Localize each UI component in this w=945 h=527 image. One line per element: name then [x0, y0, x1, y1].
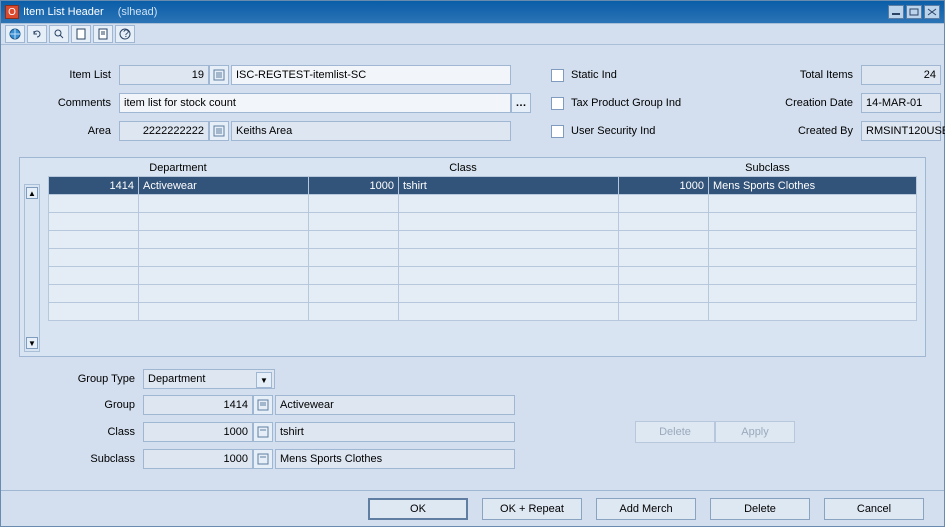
created-by-field: RMSINT120USER: [861, 121, 941, 141]
find-icon[interactable]: [49, 25, 69, 43]
user-security-checkbox[interactable]: [551, 125, 571, 138]
table-scrollbar[interactable]: ▲ ▼: [24, 184, 40, 352]
cancel-button[interactable]: Cancel: [824, 498, 924, 520]
title-bar: O Item List Header (slhead): [1, 1, 944, 23]
group-id-field: 1414: [143, 395, 253, 415]
total-items-field: 24: [861, 65, 941, 85]
ok-repeat-button[interactable]: OK + Repeat: [482, 498, 582, 520]
subclass-name-field: Mens Sports Clothes: [275, 449, 515, 469]
scroll-up-icon[interactable]: ▲: [26, 187, 38, 199]
item-list-lov-button[interactable]: [209, 65, 229, 85]
window-subtitle: (slhead): [118, 6, 158, 18]
area-name-field: Keiths Area: [231, 121, 511, 141]
table-row[interactable]: [49, 285, 917, 303]
merch-table[interactable]: 1414 Activewear 1000 tshirt 1000 Mens Sp…: [48, 176, 917, 321]
detail-delete-button[interactable]: Delete: [635, 421, 715, 443]
total-items-label: Total Items: [771, 69, 861, 81]
refresh-icon[interactable]: [27, 25, 47, 43]
area-label: Area: [19, 125, 119, 137]
document-icon[interactable]: [71, 25, 91, 43]
window-title: Item List Header: [23, 6, 104, 18]
help-icon[interactable]: ?: [115, 25, 135, 43]
table-row[interactable]: [49, 195, 917, 213]
static-ind-checkbox[interactable]: [551, 69, 571, 82]
detail-apply-button[interactable]: Apply: [715, 421, 795, 443]
group-label: Group: [43, 399, 143, 411]
creation-date-label: Creation Date: [771, 97, 861, 109]
comments-edit-button[interactable]: …: [511, 93, 531, 113]
class-lov-button[interactable]: [253, 422, 273, 442]
add-merch-button[interactable]: Add Merch: [596, 498, 696, 520]
comments-field[interactable]: item list for stock count: [119, 93, 511, 113]
chevron-down-icon[interactable]: ▼: [256, 372, 272, 388]
ok-button[interactable]: OK: [368, 498, 468, 520]
group-name-field: Activewear: [275, 395, 515, 415]
col-department: Department: [48, 162, 308, 174]
scroll-down-icon[interactable]: ▼: [26, 337, 38, 349]
maximize-button[interactable]: [906, 5, 922, 19]
item-list-label: Item List: [19, 69, 119, 81]
action-bar: OK OK + Repeat Add Merch Delete Cancel: [1, 490, 944, 526]
minimize-button[interactable]: [888, 5, 904, 19]
group-lov-button[interactable]: [253, 395, 273, 415]
tax-product-label: Tax Product Group Ind: [571, 97, 771, 109]
comments-label: Comments: [19, 97, 119, 109]
table-row[interactable]: 1414 Activewear 1000 tshirt 1000 Mens Sp…: [49, 177, 917, 195]
item-list-id-field: 19: [119, 65, 209, 85]
globe-icon[interactable]: [5, 25, 25, 43]
subclass-lov-button[interactable]: [253, 449, 273, 469]
table-row[interactable]: [49, 303, 917, 321]
static-ind-label: Static Ind: [571, 69, 771, 81]
user-security-label: User Security Ind: [571, 125, 771, 137]
created-by-label: Created By: [771, 125, 861, 137]
table-row[interactable]: [49, 231, 917, 249]
class-name-field: tshirt: [275, 422, 515, 442]
area-lov-button[interactable]: [209, 121, 229, 141]
table-row[interactable]: [49, 249, 917, 267]
close-button[interactable]: [924, 5, 940, 19]
report-icon[interactable]: [93, 25, 113, 43]
tax-product-checkbox[interactable]: [551, 97, 571, 110]
group-type-label: Group Type: [43, 373, 143, 385]
area-id-field: 2222222222: [119, 121, 209, 141]
creation-date-field: 14-MAR-01: [861, 93, 941, 113]
col-class: Class: [308, 162, 618, 174]
group-type-dropdown[interactable]: Department ▼: [143, 369, 275, 389]
subclass-label: Subclass: [43, 453, 143, 465]
item-list-name-field[interactable]: ISC-REGTEST-itemlist-SC: [231, 65, 511, 85]
oracle-icon: O: [5, 5, 19, 19]
content-area: Item List 19 ISC-REGTEST-itemlist-SC Sta…: [1, 45, 944, 477]
svg-text:?: ?: [123, 28, 129, 40]
subclass-id-field: 1000: [143, 449, 253, 469]
col-subclass: Subclass: [618, 162, 917, 174]
delete-button[interactable]: Delete: [710, 498, 810, 520]
class-label: Class: [43, 426, 143, 438]
class-id-field: 1000: [143, 422, 253, 442]
merch-hierarchy-panel: ▲ ▼ Department Class Subclass 1414: [19, 157, 926, 357]
window-frame: O Item List Header (slhead) ? Item List …: [0, 0, 945, 527]
table-row[interactable]: [49, 267, 917, 285]
toolbar: ?: [1, 23, 944, 45]
table-row[interactable]: [49, 213, 917, 231]
table-column-headers: Department Class Subclass: [48, 158, 917, 176]
